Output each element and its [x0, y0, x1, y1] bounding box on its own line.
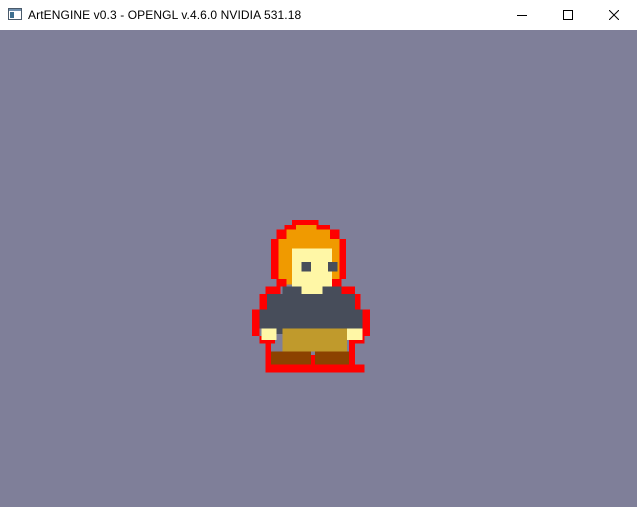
maximize-icon [563, 10, 573, 20]
pixel-character-sprite [252, 220, 370, 373]
app-window-icon [8, 8, 22, 20]
app-window: ArtENGINE v0.3 - OPENGL v.4.6.0 NVIDIA 5… [0, 0, 637, 507]
render-viewport[interactable] [0, 30, 637, 507]
title-bar[interactable]: ArtENGINE v0.3 - OPENGL v.4.6.0 NVIDIA 5… [0, 0, 637, 30]
minimize-button[interactable] [499, 0, 545, 30]
sprite-shoes [271, 351, 350, 365]
close-button[interactable] [591, 0, 637, 30]
minimize-icon [517, 15, 527, 16]
maximize-button[interactable] [545, 0, 591, 30]
close-icon [609, 10, 619, 20]
window-title: ArtENGINE v0.3 - OPENGL v.4.6.0 NVIDIA 5… [28, 8, 302, 22]
sprite-pants [282, 328, 348, 352]
